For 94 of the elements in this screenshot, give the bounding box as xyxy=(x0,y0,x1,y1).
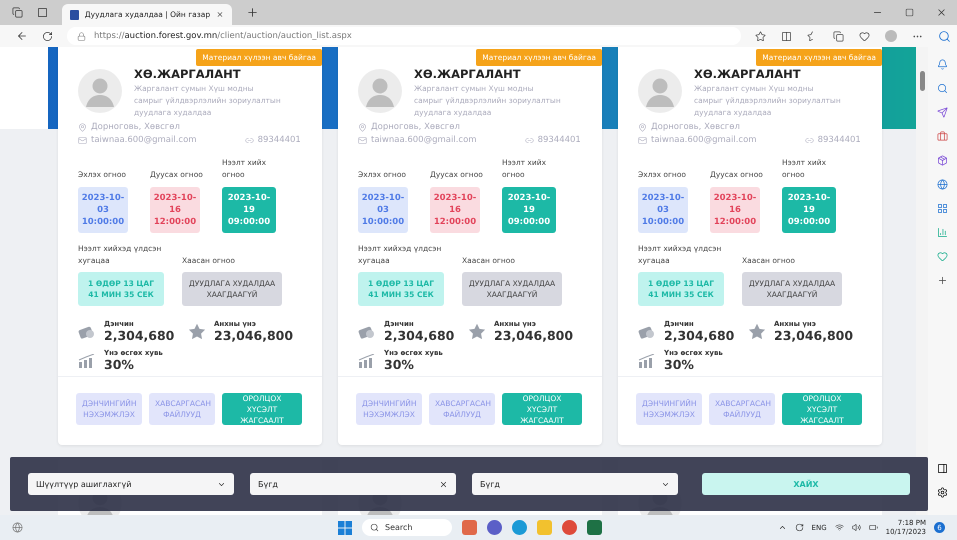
date-value: 2023-10-19 09:00:00 xyxy=(222,187,276,233)
star-icon xyxy=(468,323,486,340)
lock-icon xyxy=(77,32,86,40)
stat-value: 30% xyxy=(384,357,415,372)
search-button[interactable]: ХАЙХ xyxy=(702,473,910,495)
heart-icon[interactable] xyxy=(937,251,948,262)
email-text: taiwnaa.600@gmail.com xyxy=(91,135,197,145)
star-icon xyxy=(748,323,766,340)
chart-icon[interactable] xyxy=(937,227,948,238)
collections-icon[interactable] xyxy=(833,30,844,42)
globe-icon[interactable] xyxy=(937,179,948,190)
stat-value: 23,046,800 xyxy=(494,328,574,343)
grid-icon[interactable] xyxy=(937,203,948,214)
money-icon xyxy=(638,324,656,340)
owner-name: ХӨ.ЖАРГАЛАНТ xyxy=(694,67,802,81)
phone-icon xyxy=(524,136,534,144)
volume-icon[interactable] xyxy=(852,523,861,532)
owner-name: ХӨ.ЖАРГАЛАНТ xyxy=(414,67,522,81)
money-icon xyxy=(358,324,376,340)
date-value: 2023-10-19 09:00:00 xyxy=(502,187,556,233)
tab-actions-icon[interactable] xyxy=(37,7,48,18)
new-tab-icon[interactable] xyxy=(246,6,259,19)
settings-icon[interactable] xyxy=(937,487,948,498)
battery-icon[interactable] xyxy=(868,523,878,532)
email-text: taiwnaa.600@gmail.com xyxy=(371,135,477,145)
bar-chart-icon xyxy=(638,354,656,368)
send-icon[interactable] xyxy=(937,107,948,118)
app-icon[interactable] xyxy=(487,520,502,535)
phone-text: 89344401 xyxy=(258,135,301,145)
widgets-icon[interactable] xyxy=(12,522,23,533)
date-value: 2023-10-03 10:00:00 xyxy=(638,187,688,233)
star-icon xyxy=(188,323,206,340)
money-icon xyxy=(78,324,96,340)
favorite-icon[interactable] xyxy=(755,30,766,42)
spreadsheet-icon[interactable] xyxy=(587,520,602,535)
stat-value: 30% xyxy=(664,357,695,372)
location-pin-icon xyxy=(638,122,647,132)
browser-icon[interactable] xyxy=(512,520,527,535)
sync-icon[interactable] xyxy=(794,523,804,532)
briefcase-icon[interactable] xyxy=(937,131,948,142)
phone-text: 89344401 xyxy=(818,135,861,145)
split-screen-icon[interactable] xyxy=(781,30,792,42)
date-value: 2023-10-19 09:00:00 xyxy=(782,187,836,233)
scroll-thumb[interactable] xyxy=(920,71,925,91)
bell-icon[interactable] xyxy=(937,59,948,70)
phone-text: 89344401 xyxy=(538,135,581,145)
phone-icon xyxy=(804,136,814,144)
date-value: 2023-10-16 12:00:00 xyxy=(430,187,480,233)
bar-chart-icon xyxy=(358,354,376,368)
package-icon[interactable] xyxy=(937,155,948,166)
location-text: Дорноговь, Хөвсгөл xyxy=(371,122,460,132)
owner-name: ХӨ.ЖАРГАЛАНТ xyxy=(134,67,242,81)
filter-field[interactable]: Бүгд xyxy=(472,473,678,495)
wifi-icon[interactable] xyxy=(834,523,844,532)
tray-chevron-icon[interactable] xyxy=(778,523,787,532)
mail-icon xyxy=(358,136,367,144)
location-pin-icon xyxy=(78,122,87,132)
close-icon[interactable] xyxy=(936,7,947,18)
location-text: Дорноговь, Хөвсгөл xyxy=(91,122,180,132)
clear-icon[interactable] xyxy=(439,480,448,488)
app-icon[interactable] xyxy=(462,520,477,535)
add-icon[interactable] xyxy=(937,275,948,286)
stat-value: 2,304,680 xyxy=(664,328,734,343)
browser-icon[interactable] xyxy=(562,520,577,535)
stat-value: 30% xyxy=(104,357,135,372)
refresh-icon[interactable] xyxy=(42,30,53,42)
address-bar[interactable]: https://auction.forest.gov.mn/client/auction/auction_list.aspx xyxy=(67,27,741,45)
bar-chart-icon xyxy=(78,354,96,368)
stat-value: 23,046,800 xyxy=(774,328,854,343)
stat-value: 2,304,680 xyxy=(384,328,454,343)
taskbar-search[interactable]: Search xyxy=(362,519,452,536)
sidebar-icon[interactable] xyxy=(937,463,948,474)
date-value: 2023-10-16 12:00:00 xyxy=(710,187,760,233)
stat-value: 23,046,800 xyxy=(214,328,294,343)
close-tab-icon[interactable] xyxy=(216,10,224,19)
stat-value: 2,304,680 xyxy=(104,328,174,343)
date-value: 2023-10-03 10:00:00 xyxy=(358,187,408,233)
workspaces-icon[interactable] xyxy=(12,7,23,18)
start-icon[interactable] xyxy=(338,520,352,534)
email-text: taiwnaa.600@gmail.com xyxy=(651,135,757,145)
search-icon[interactable] xyxy=(937,83,948,94)
search-icon xyxy=(370,523,379,532)
mail-icon xyxy=(638,136,647,144)
mail-icon xyxy=(78,136,87,144)
date-value: 2023-10-16 12:00:00 xyxy=(150,187,200,233)
restore-icon[interactable] xyxy=(905,8,914,17)
phone-icon xyxy=(244,136,254,144)
location-text: Дорноговь, Хөвсгөл xyxy=(651,122,740,132)
site-favicon xyxy=(70,10,79,20)
filter-field[interactable]: Шүүлтүүр ашиглахгүй xyxy=(28,473,234,495)
location-pin-icon xyxy=(358,122,367,132)
date-value: 2023-10-03 10:00:00 xyxy=(78,187,128,233)
filter-field[interactable]: Бүгд xyxy=(250,473,456,495)
back-icon[interactable] xyxy=(16,30,28,42)
